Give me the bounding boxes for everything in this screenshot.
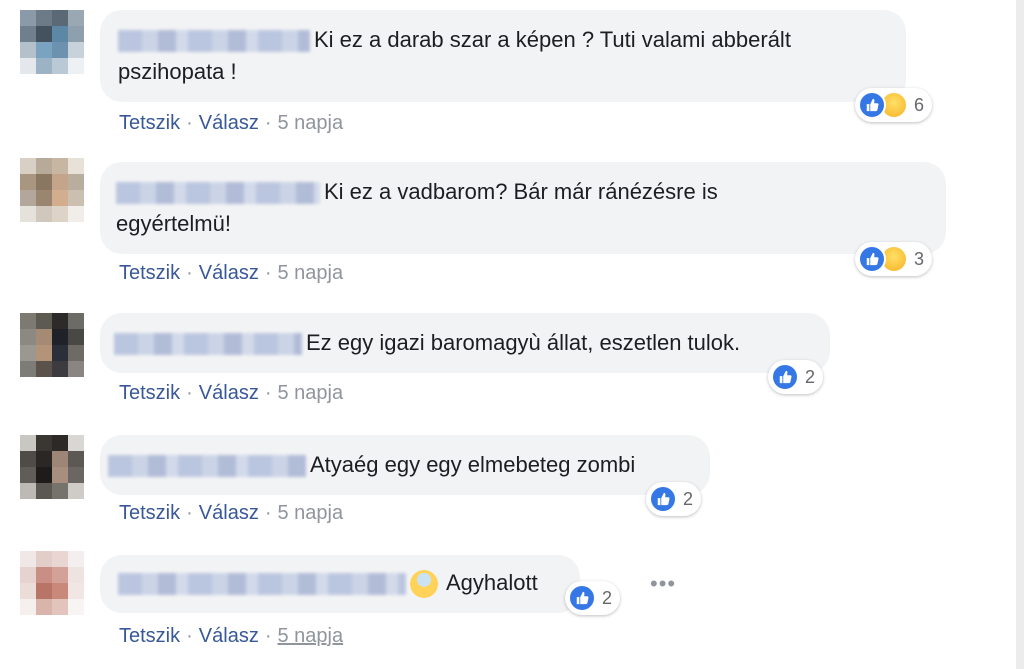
separator: · bbox=[264, 502, 272, 524]
comment-actions: Tetszik · Válasz · 5 napja bbox=[119, 625, 343, 648]
timestamp-link[interactable]: 5 napja bbox=[278, 112, 344, 134]
timestamp-link[interactable]: 5 napja bbox=[278, 625, 344, 647]
reaction-summary[interactable]: 2 bbox=[646, 482, 702, 516]
like-link[interactable]: Tetszik bbox=[119, 625, 180, 647]
like-icon bbox=[771, 363, 799, 391]
reaction-count: 2 bbox=[602, 587, 613, 608]
comment-bubble: Ez egy igazi baromagyù állat, eszetlen t… bbox=[100, 313, 830, 373]
avatar[interactable] bbox=[20, 435, 84, 499]
comment-item: Ki ez a darab szar a képen ? Tuti valami… bbox=[0, 0, 1024, 150]
comment-bubble: Ki ez a vadbarom? Bár már ránézésre is e… bbox=[100, 162, 946, 254]
separator: · bbox=[264, 112, 272, 134]
timestamp-link[interactable]: 5 napja bbox=[278, 502, 344, 524]
comment-actions: Tetszik · Válasz · 5 napja bbox=[119, 262, 343, 285]
author-name-blurred[interactable] bbox=[118, 573, 406, 596]
comment-actions: Tetszik · Válasz · 5 napja bbox=[119, 502, 343, 525]
reply-link[interactable]: Válasz bbox=[199, 382, 259, 404]
like-link[interactable]: Tetszik bbox=[119, 382, 180, 404]
separator: · bbox=[264, 262, 272, 284]
comment-item: Ez egy igazi baromagyù állat, eszetlen t… bbox=[0, 305, 1024, 425]
author-name-blurred[interactable] bbox=[114, 333, 302, 356]
separator: · bbox=[186, 382, 193, 404]
reaction-summary[interactable]: 2 bbox=[768, 360, 824, 394]
separator: · bbox=[186, 502, 193, 524]
separator: · bbox=[186, 262, 193, 284]
reaction-count: 2 bbox=[805, 366, 816, 387]
more-options-icon[interactable]: ••• bbox=[650, 571, 676, 597]
avatar[interactable] bbox=[20, 10, 84, 74]
comment-text: Ez egy igazi baromagyù állat, eszetlen t… bbox=[306, 330, 741, 355]
author-name-blurred[interactable] bbox=[108, 455, 306, 478]
like-link[interactable]: Tetszik bbox=[119, 262, 180, 284]
comment-actions: Tetszik · Válasz · 5 napja bbox=[119, 112, 343, 135]
comment-text: Agyhalott bbox=[446, 570, 538, 595]
separator: · bbox=[264, 625, 272, 647]
like-link[interactable]: Tetszik bbox=[119, 502, 180, 524]
like-icon bbox=[649, 485, 677, 513]
reaction-count: 6 bbox=[914, 94, 925, 115]
timestamp-link[interactable]: 5 napja bbox=[278, 262, 344, 284]
avatar[interactable] bbox=[20, 158, 84, 222]
reaction-summary[interactable]: 2 bbox=[565, 581, 621, 615]
like-icon bbox=[568, 584, 596, 612]
reply-link[interactable]: Válasz bbox=[199, 112, 259, 134]
comment-bubble: Atyaég egy egy elmebeteg zombi bbox=[100, 435, 710, 495]
author-name-blurred[interactable] bbox=[116, 182, 320, 205]
comment-item: Atyaég egy egy elmebeteg zombi 2 Tetszik… bbox=[0, 425, 1024, 545]
comment-item: Ki ez a vadbarom? Bár már ránézésre is e… bbox=[0, 150, 1024, 300]
like-icon bbox=[858, 245, 886, 273]
separator: · bbox=[264, 382, 272, 404]
separator: · bbox=[186, 112, 193, 134]
reaction-count: 3 bbox=[914, 248, 925, 269]
reaction-summary[interactable]: 6 bbox=[855, 88, 933, 122]
like-link[interactable]: Tetszik bbox=[119, 112, 180, 134]
comment-actions: Tetszik · Válasz · 5 napja bbox=[119, 382, 343, 405]
timestamp-link[interactable]: 5 napja bbox=[278, 382, 344, 404]
separator: · bbox=[186, 625, 193, 647]
author-name-blurred[interactable] bbox=[118, 30, 310, 53]
comment-bubble: Agyhalott bbox=[100, 555, 580, 613]
avatar[interactable] bbox=[20, 551, 84, 615]
reaction-count: 2 bbox=[683, 488, 694, 509]
reaction-summary[interactable]: 3 bbox=[855, 242, 933, 276]
comment-text: Atyaég egy egy elmebeteg zombi bbox=[310, 452, 636, 477]
comment-item: Agyhalott 2 ••• Tetszik · Válasz · 5 napja bbox=[0, 545, 1024, 669]
reply-link[interactable]: Válasz bbox=[199, 262, 259, 284]
scream-emoji-icon bbox=[410, 570, 438, 599]
avatar[interactable] bbox=[20, 313, 84, 377]
reply-link[interactable]: Válasz bbox=[199, 502, 259, 524]
reply-link[interactable]: Válasz bbox=[199, 625, 259, 647]
comment-bubble: Ki ez a darab szar a képen ? Tuti valami… bbox=[100, 10, 906, 102]
like-icon bbox=[858, 91, 886, 119]
